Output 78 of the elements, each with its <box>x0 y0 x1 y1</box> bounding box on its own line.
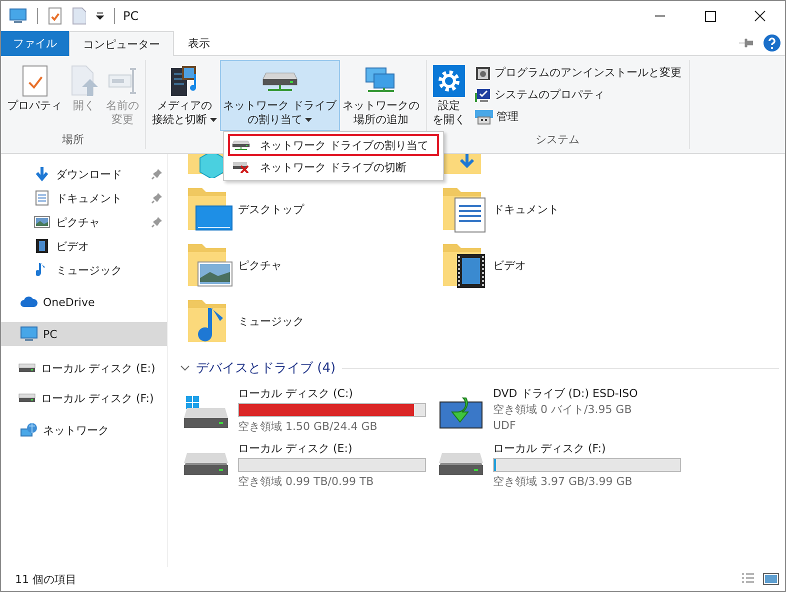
menu-item[interactable]: ネットワーク ドライブの切断 <box>228 156 438 178</box>
pin-icon <box>151 192 163 204</box>
folder-name: ミュージック <box>238 314 304 329</box>
rename-icon <box>106 65 138 97</box>
music-note-icon <box>36 262 48 278</box>
drive-icon <box>18 363 36 373</box>
drive-name: ローカル ディスク (C:) <box>238 386 354 402</box>
monitor-icon <box>20 326 38 342</box>
settings-icon <box>433 65 465 97</box>
chevron-down-icon[interactable] <box>180 364 190 372</box>
window-title: PC <box>123 9 139 23</box>
sidebar-item[interactable]: OneDrive <box>1 290 167 314</box>
ribbon-button[interactable]: 管理 <box>470 106 686 128</box>
help-icon[interactable] <box>763 34 781 52</box>
item-count: 11 個の項目 <box>15 572 76 586</box>
sidebar-item[interactable]: ドキュメント <box>1 186 167 210</box>
group-label: システム <box>536 133 580 146</box>
dropdown-icon[interactable] <box>96 12 104 20</box>
ribbon-button[interactable]: プログラムのアンインストールと変更 <box>470 62 686 84</box>
file-tab[interactable]: ファイル <box>1 31 69 56</box>
windows-drive-icon <box>183 396 229 430</box>
sidebar-item[interactable]: ローカル ディスク (E:) <box>1 356 167 380</box>
folder-name: ビデオ <box>493 258 526 273</box>
ribbon-tab[interactable]: 表示 <box>174 31 224 56</box>
drive-name: ローカル ディスク (E:) <box>238 441 354 457</box>
menu-item[interactable]: ネットワーク ドライブの割り当て <box>228 134 438 156</box>
file-system: UDF <box>493 418 517 434</box>
sidebar-item[interactable]: PC <box>1 322 167 346</box>
folder-name: ピクチャ <box>238 258 282 273</box>
computer-check-icon <box>474 87 490 103</box>
sidebar-item[interactable]: ローカル ディスク (F:) <box>1 386 167 410</box>
network-drive-icon <box>232 139 250 151</box>
drive-name: ローカル ディスク (F:) <box>493 441 607 457</box>
free-space: 空き領域 0 バイト/3.95 GB <box>493 402 633 418</box>
section-header: デバイスとドライブ (4) <box>196 360 336 377</box>
free-space: 空き領域 3.97 GB/3.99 GB <box>493 474 634 490</box>
group-label: 場所 <box>62 133 84 146</box>
pin-icon <box>151 216 163 228</box>
sidebar-item[interactable]: ネットワーク <box>1 418 167 442</box>
download-arrow-icon <box>34 166 50 182</box>
computer-management-icon <box>474 109 492 125</box>
pin-icon[interactable] <box>739 38 753 48</box>
cloud-icon <box>20 296 38 308</box>
drive-name: DVD ドライブ (D:) ESD-ISO <box>493 386 638 402</box>
document-icon <box>35 190 49 206</box>
close-icon <box>753 10 767 22</box>
folder-name: ドキュメント <box>493 202 559 217</box>
pin-icon <box>151 168 163 180</box>
ribbon-tab[interactable]: コンピューター <box>69 31 174 56</box>
free-space: 空き領域 1.50 GB/24.4 GB <box>238 419 378 435</box>
hard-drive-icon <box>438 451 484 477</box>
sidebar-item[interactable]: ビデオ <box>1 234 167 258</box>
drive-icon <box>18 393 36 403</box>
caret-icon <box>305 118 312 122</box>
drive-remove-icon <box>232 161 250 173</box>
free-space: 空き領域 0.99 TB/0.99 TB <box>238 474 375 490</box>
network-globe-icon <box>20 422 38 438</box>
properties-icon[interactable] <box>48 7 62 25</box>
dvd-drive-icon <box>438 396 484 430</box>
maximize-icon <box>703 10 717 22</box>
sidebar-item[interactable]: ミュージック <box>1 258 167 282</box>
ribbon-button[interactable]: メディアの 接続と切断 <box>149 60 220 131</box>
caret-icon <box>210 118 217 122</box>
large-icons-view-icon[interactable] <box>763 572 779 586</box>
folder-name: デスクトップ <box>238 202 304 217</box>
picture-icon <box>34 216 50 228</box>
ribbon-button[interactable]: プロパティ <box>4 60 65 131</box>
film-icon <box>35 238 49 254</box>
ribbon-button[interactable]: ネットワークの 場所の追加 <box>340 60 422 131</box>
hard-drive-icon <box>183 451 229 477</box>
sidebar-item[interactable]: ダウンロード <box>1 162 167 186</box>
sidebar-item[interactable]: ピクチャ <box>1 210 167 234</box>
properties-icon <box>22 65 48 97</box>
ribbon-button[interactable]: ネットワーク ドライブ の割り当て <box>220 60 340 131</box>
ribbon-button[interactable]: システムのプロパティ <box>470 84 686 106</box>
ribbon-button[interactable]: 設定 を開く <box>430 60 468 131</box>
computer-icon <box>9 8 27 24</box>
disc-box-icon <box>474 65 490 81</box>
